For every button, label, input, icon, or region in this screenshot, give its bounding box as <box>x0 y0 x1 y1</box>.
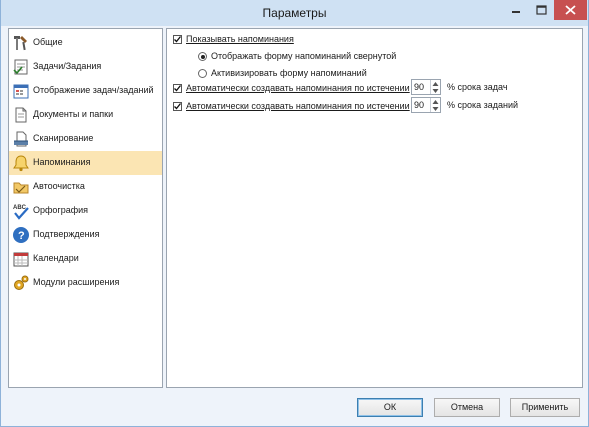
calendar-icon <box>13 252 29 267</box>
checkmark-icon <box>174 103 181 110</box>
auto-tasks-percent-value[interactable]: 90 <box>414 82 424 92</box>
sidebar-item-label: Документы и папки <box>33 109 114 119</box>
document-icon <box>15 107 27 123</box>
chevron-up-icon[interactable] <box>432 81 439 87</box>
chevron-down-icon[interactable] <box>432 106 439 112</box>
sidebar-item-documents[interactable]: Документы и папки <box>9 103 162 127</box>
show-reminders-label: Показывать напоминания <box>186 34 294 44</box>
settings-category-list: Общие Задачи/Задания Отображение задач/з… <box>8 28 163 388</box>
auto-tasks-option[interactable]: Автоматически создавать напоминания по и… <box>173 82 413 96</box>
stepper-arrows[interactable] <box>430 80 440 94</box>
sidebar-item-label: Задачи/Задания <box>33 61 102 71</box>
auto-assignments-label: Автоматически создавать напоминания по и… <box>186 101 410 111</box>
svg-text:?: ? <box>18 230 25 242</box>
sidebar-item-spelling[interactable]: ABC Орфография <box>9 199 162 223</box>
question-icon: ? <box>13 227 29 243</box>
gears-icon <box>14 275 29 290</box>
sidebar-item-label: Орфография <box>33 205 89 215</box>
close-button[interactable] <box>554 0 587 20</box>
minimize-button[interactable] <box>503 0 529 20</box>
sidebar-item-calendars[interactable]: Календари <box>9 247 162 271</box>
sidebar-item-label: Подтверждения <box>33 229 100 239</box>
chevron-down-icon[interactable] <box>432 88 439 94</box>
collapsed-form-radio[interactable] <box>198 52 207 61</box>
show-reminders-option[interactable]: Показывать напоминания <box>173 33 373 47</box>
window-title: Параметры <box>262 6 327 20</box>
parameters-window: Параметры Общие Задачи/Задания Отображен… <box>0 0 589 427</box>
folder-clean-icon <box>13 182 29 194</box>
activate-form-option[interactable]: Активизировать форму напоминаний <box>198 67 428 81</box>
sidebar-item-autoclean[interactable]: Автоочистка <box>9 175 162 199</box>
show-reminders-checkbox[interactable] <box>173 35 182 44</box>
auto-assignments-suffix: % срока заданий <box>447 100 519 110</box>
sidebar-item-task-display[interactable]: Отображение задач/заданий <box>9 79 162 103</box>
close-icon <box>565 5 576 15</box>
maximize-button[interactable] <box>529 0 554 20</box>
sidebar-item-label: Календари <box>33 253 79 263</box>
auto-assignments-percent-stepper[interactable]: 90 <box>411 97 441 113</box>
sidebar-item-scanning[interactable]: Сканирование <box>9 127 162 151</box>
sidebar-item-reminders[interactable]: Напоминания <box>9 151 162 175</box>
checkmark-icon <box>174 85 181 92</box>
spellcheck-icon: ABC <box>13 205 29 220</box>
cancel-button[interactable]: Отмена <box>434 398 500 417</box>
checkmark-icon <box>174 36 181 43</box>
sidebar-item-label: Автоочистка <box>33 181 85 191</box>
minimize-icon <box>512 11 520 13</box>
sidebar-item-tasks[interactable]: Задачи/Задания <box>9 55 162 79</box>
apply-button[interactable]: Применить <box>510 398 580 417</box>
auto-tasks-label: Автоматически создавать напоминания по и… <box>186 83 410 93</box>
ok-button[interactable]: ОК <box>357 398 423 417</box>
radio-dot <box>200 54 205 59</box>
auto-tasks-checkbox[interactable] <box>173 84 182 93</box>
maximize-icon <box>536 5 547 15</box>
tools-icon <box>14 36 27 51</box>
sidebar-item-confirmations[interactable]: ? Подтверждения <box>9 223 162 247</box>
sidebar-item-extensions[interactable]: Модули расширения <box>9 271 162 295</box>
collapsed-form-option[interactable]: Отображать форму напоминаний свернутой <box>198 50 428 64</box>
reminders-settings-panel: Показывать напоминания Отображать форму … <box>166 28 583 388</box>
task-icon <box>13 59 28 75</box>
stepper-arrows[interactable] <box>430 98 440 112</box>
calendar-view-icon <box>13 84 29 99</box>
auto-assignments-percent-value[interactable]: 90 <box>414 100 424 110</box>
chevron-up-icon[interactable] <box>432 99 439 105</box>
bell-icon <box>13 155 29 172</box>
collapsed-form-label: Отображать форму напоминаний свернутой <box>211 51 397 61</box>
sidebar-item-label: Напоминания <box>33 157 91 167</box>
activate-form-label: Активизировать форму напоминаний <box>211 68 367 78</box>
title-bar[interactable]: Параметры <box>1 0 588 26</box>
auto-tasks-suffix: % срока задач <box>447 82 508 92</box>
auto-assignments-checkbox[interactable] <box>173 102 182 111</box>
sidebar-item-label: Сканирование <box>33 133 94 143</box>
sidebar-item-label: Отображение задач/заданий <box>33 85 154 95</box>
auto-assignments-option[interactable]: Автоматически создавать напоминания по и… <box>173 100 413 114</box>
sidebar-item-label: Модули расширения <box>33 277 120 287</box>
auto-tasks-percent-stepper[interactable]: 90 <box>411 79 441 95</box>
activate-form-radio[interactable] <box>198 69 207 78</box>
scanner-icon <box>14 131 28 147</box>
svg-text:ABC: ABC <box>13 205 27 211</box>
sidebar-item-label: Общие <box>33 37 63 47</box>
sidebar-item-general[interactable]: Общие <box>9 31 162 55</box>
